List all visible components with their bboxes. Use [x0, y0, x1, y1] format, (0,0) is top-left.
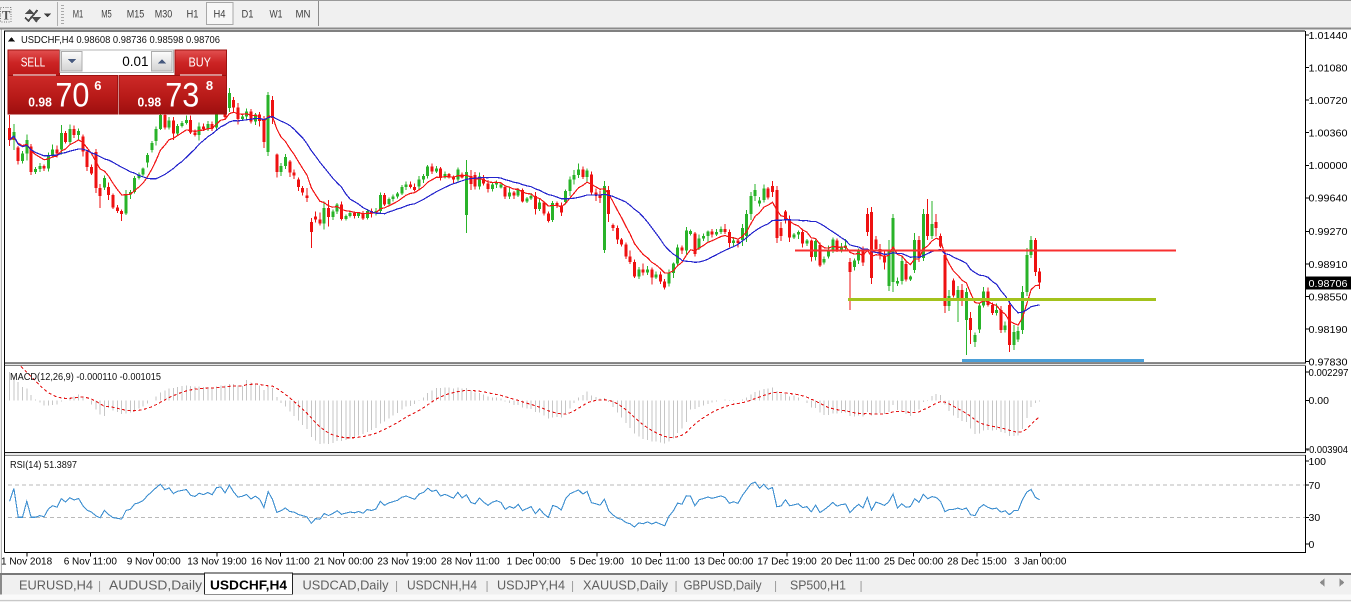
svg-text:EURUSD,H4: EURUSD,H4: [19, 579, 93, 593]
svg-text:70: 70: [1309, 480, 1321, 492]
svg-text:USDCNH,H4: USDCNH,H4: [407, 579, 477, 593]
svg-text:AUDUSD,Daily: AUDUSD,Daily: [109, 579, 203, 593]
svg-text:28 Nov 11:00: 28 Nov 11:00: [441, 557, 500, 568]
svg-text:13 Nov 19:00: 13 Nov 19:00: [187, 557, 247, 568]
svg-text:|: |: [395, 579, 398, 593]
svg-text:30: 30: [1309, 512, 1321, 524]
svg-text:GBPUSD,Daily: GBPUSD,Daily: [684, 579, 763, 593]
svg-text:BUY: BUY: [188, 56, 211, 70]
svg-text:23 Nov 19:00: 23 Nov 19:00: [377, 557, 437, 568]
svg-text:0.98: 0.98: [138, 95, 162, 110]
svg-text:3 Jan 00:00: 3 Jan 00:00: [1014, 557, 1067, 568]
svg-text:|: |: [485, 579, 488, 593]
svg-text:MN: MN: [296, 9, 311, 21]
svg-text:6: 6: [94, 78, 101, 93]
svg-text:-0.003904: -0.003904: [1306, 444, 1348, 456]
svg-text:0.002297: 0.002297: [1309, 367, 1349, 379]
svg-text:0.99270: 0.99270: [1309, 226, 1348, 238]
svg-text:|: |: [859, 579, 862, 593]
svg-text:1.01080: 1.01080: [1309, 62, 1348, 74]
svg-text:0.00: 0.00: [1309, 395, 1330, 407]
svg-text:M30: M30: [155, 9, 173, 21]
svg-text:|: |: [674, 579, 677, 593]
svg-text:1.00720: 1.00720: [1309, 95, 1348, 107]
svg-text:1 Dec 00:00: 1 Dec 00:00: [507, 557, 561, 568]
svg-text:M5: M5: [101, 9, 112, 21]
svg-text:70: 70: [55, 77, 89, 115]
svg-text:0.01: 0.01: [122, 54, 148, 69]
svg-text:0.98550: 0.98550: [1309, 291, 1348, 303]
svg-text:16 Nov 11:00: 16 Nov 11:00: [251, 557, 310, 568]
svg-text:SP500,H1: SP500,H1: [790, 579, 846, 593]
svg-text:0: 0: [1309, 539, 1315, 551]
svg-text:10 Dec 11:00: 10 Dec 11:00: [631, 557, 690, 568]
svg-text:0.99640: 0.99640: [1309, 193, 1348, 205]
svg-text:|: |: [98, 579, 101, 593]
svg-text:H4: H4: [214, 9, 226, 21]
svg-text:1.00000: 1.00000: [1309, 160, 1348, 172]
svg-text:USDJPY,H4: USDJPY,H4: [497, 579, 565, 593]
svg-text:21 Nov 00:00: 21 Nov 00:00: [314, 557, 374, 568]
svg-text:28 Dec 15:00: 28 Dec 15:00: [947, 557, 1007, 568]
svg-text:H1: H1: [187, 9, 199, 21]
svg-text:17 Dec 19:00: 17 Dec 19:00: [757, 557, 817, 568]
svg-text:RSI(14) 51.3897: RSI(14) 51.3897: [10, 460, 77, 471]
svg-text:W1: W1: [270, 9, 283, 21]
svg-text:|: |: [571, 579, 574, 593]
svg-text:100: 100: [1309, 456, 1327, 468]
svg-text:SELL: SELL: [21, 56, 46, 70]
svg-text:20 Dec 11:00: 20 Dec 11:00: [821, 557, 880, 568]
svg-text:0.98190: 0.98190: [1309, 324, 1348, 336]
svg-text:1.01440: 1.01440: [1309, 30, 1348, 42]
svg-text:T: T: [2, 9, 11, 23]
svg-text:9 Nov 00:00: 9 Nov 00:00: [127, 557, 181, 568]
svg-text:MACD(12,26,9) -0.000110 -0.001: MACD(12,26,9) -0.000110 -0.001015: [10, 372, 161, 383]
svg-text:5 Dec 19:00: 5 Dec 19:00: [570, 557, 624, 568]
svg-text:XAUUSD,Daily: XAUUSD,Daily: [583, 579, 669, 593]
svg-text:0.98: 0.98: [28, 95, 52, 110]
svg-text:25 Dec 00:00: 25 Dec 00:00: [884, 557, 944, 568]
svg-text:1 Nov 2018: 1 Nov 2018: [1, 557, 53, 568]
svg-text:73: 73: [165, 77, 199, 115]
svg-text:USDCHF,H4: USDCHF,H4: [210, 579, 287, 593]
svg-text:M1: M1: [73, 9, 84, 21]
svg-text:0.98910: 0.98910: [1309, 259, 1348, 271]
svg-text:13 Dec 00:00: 13 Dec 00:00: [694, 557, 754, 568]
svg-text:1.00360: 1.00360: [1309, 128, 1348, 140]
svg-text:USDCAD,Daily: USDCAD,Daily: [303, 579, 390, 593]
svg-text:8: 8: [206, 78, 213, 93]
svg-text:USDCHF,H4 0.98608 0.98736 0.9: USDCHF,H4 0.98608 0.98736 0.98598 0.9870…: [21, 34, 220, 46]
svg-text:D1: D1: [242, 9, 254, 21]
svg-text:M15: M15: [127, 9, 145, 21]
svg-text:|: |: [774, 579, 777, 593]
svg-text:6 Nov 11:00: 6 Nov 11:00: [64, 557, 118, 568]
svg-text:0.98706: 0.98706: [1309, 278, 1348, 290]
